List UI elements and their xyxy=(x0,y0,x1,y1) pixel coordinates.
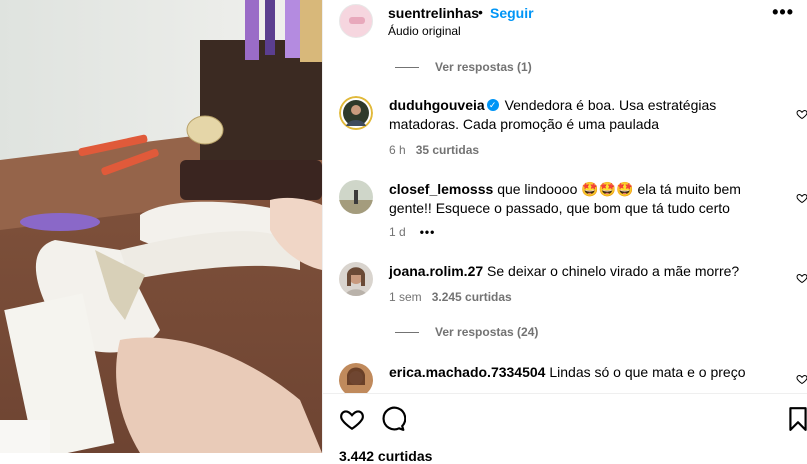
comment-text: Se deixar o chinelo virado a mãe morre? xyxy=(487,263,740,279)
verified-badge-icon: ✓ xyxy=(486,99,499,112)
comment-username[interactable]: closef_lemosss xyxy=(389,181,493,197)
view-replies-label: Ver respostas (24) xyxy=(435,325,539,339)
avatar-photo xyxy=(339,363,373,393)
comment-item: erica.machado.7334504 Lindas só o que ma… xyxy=(323,363,807,393)
post-actions: 3.442 curtidas xyxy=(323,393,807,464)
comment-bubble-icon[interactable] xyxy=(380,406,406,432)
comment-likes[interactable]: 3.245 curtidas xyxy=(432,290,512,304)
comment-options-icon[interactable]: ••• xyxy=(420,225,436,239)
bookmark-icon[interactable] xyxy=(785,406,807,432)
audio-label[interactable]: Áudio original xyxy=(388,24,461,38)
comment-username[interactable]: erica.machado.7334504 xyxy=(389,364,545,380)
more-options-icon[interactable]: ••• xyxy=(772,2,794,23)
comments-panel: suentrelinhas • Seguir Áudio original ••… xyxy=(322,0,807,464)
like-heart-icon[interactable] xyxy=(796,272,807,284)
follow-button[interactable]: Seguir xyxy=(490,5,534,21)
avatar-photo xyxy=(339,96,373,130)
comment-body: duduhgouveia ✓ Vendedora é boa. Usa estra… xyxy=(389,96,779,134)
comment-meta: 1 sem 3.245 curtidas xyxy=(389,290,512,304)
view-replies-label: Ver respostas (1) xyxy=(435,60,532,74)
like-heart-icon[interactable] xyxy=(796,108,807,120)
post-likes-count[interactable]: 3.442 curtidas xyxy=(339,448,432,464)
comment-likes[interactable]: 35 curtidas xyxy=(416,143,479,157)
comment-username[interactable]: joana.rolim.27 xyxy=(389,263,483,279)
comment-body: closef_lemosss que lindoooo 🤩🤩🤩 ela tá m… xyxy=(389,180,779,218)
comment-meta: 1 d ••• xyxy=(389,225,435,239)
commenter-avatar[interactable] xyxy=(339,262,373,296)
comment-meta: 6 h 35 curtidas xyxy=(389,143,479,157)
avatar-photo xyxy=(339,262,373,296)
like-heart-icon[interactable] xyxy=(796,373,807,385)
comment-username[interactable]: duduhgouveia xyxy=(389,97,485,113)
comment-body: erica.machado.7334504 Lindas só o que ma… xyxy=(389,363,779,382)
comment-text: Lindas só o que mata e o preço xyxy=(549,364,746,380)
author-avatar[interactable] xyxy=(339,4,373,38)
avatar-photo xyxy=(339,180,373,214)
post-photo xyxy=(0,0,322,453)
view-replies-button[interactable]: Ver respostas (24) xyxy=(395,325,538,339)
comment-time: 6 h xyxy=(389,143,406,157)
replies-divider xyxy=(395,67,419,69)
like-heart-icon[interactable] xyxy=(796,192,807,204)
separator-dot: • xyxy=(478,4,483,20)
comment-body: joana.rolim.27 Se deixar o chinelo virad… xyxy=(389,262,779,281)
commenter-avatar[interactable] xyxy=(339,180,373,214)
replies-divider xyxy=(395,332,419,334)
comment-time: 1 d xyxy=(389,225,406,239)
post-header: suentrelinhas • Seguir Áudio original ••… xyxy=(323,0,807,50)
comment-time: 1 sem xyxy=(389,290,422,304)
post-media[interactable] xyxy=(0,0,322,453)
like-heart-icon[interactable] xyxy=(339,406,365,432)
commenter-avatar[interactable] xyxy=(339,96,373,130)
view-replies-button[interactable]: Ver respostas (1) xyxy=(395,60,532,74)
commenter-avatar[interactable] xyxy=(339,363,373,393)
author-username[interactable]: suentrelinhas xyxy=(388,5,479,21)
